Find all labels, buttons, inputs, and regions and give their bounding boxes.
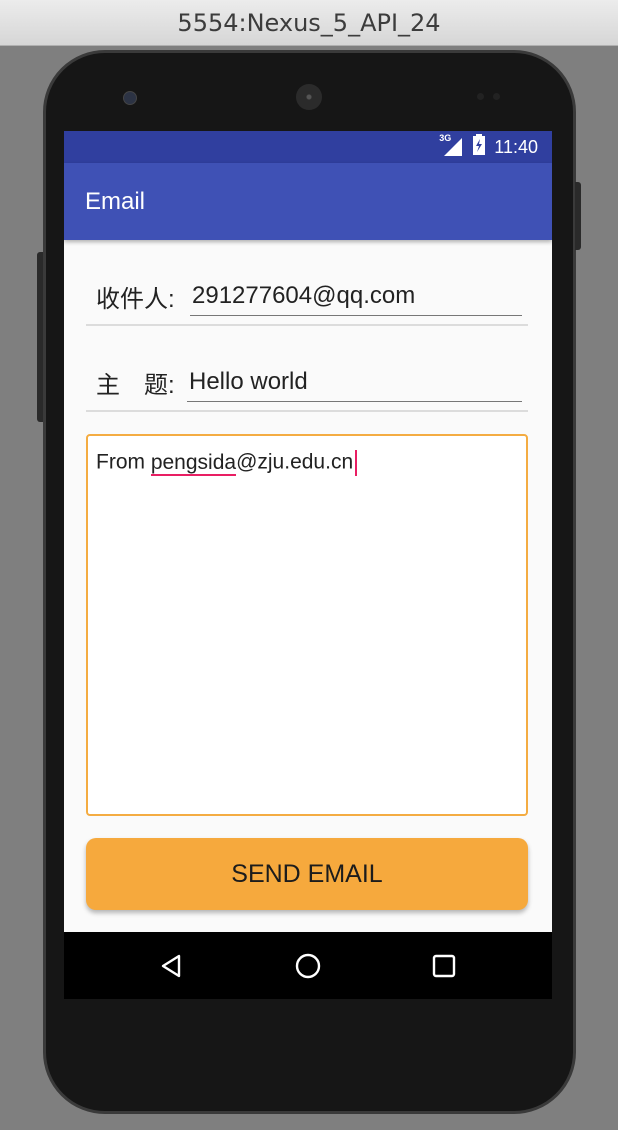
misspelled-word: pengsida: [150, 450, 237, 476]
navigation-bar: [64, 932, 552, 999]
app-title: Email: [85, 187, 146, 215]
divider: [86, 324, 528, 326]
subject-label: 主 题:: [96, 372, 175, 399]
divider: [86, 410, 528, 412]
send-email-button[interactable]: SEND EMAIL: [86, 838, 528, 910]
sensor-icon: [477, 93, 484, 100]
device-screen: 3G 11:40 Email 收件人: 291277604@qq.com 主 题…: [64, 131, 552, 999]
clock: 11:40: [494, 136, 538, 157]
body-text-prefix: From: [96, 450, 151, 474]
recipient-label: 收件人:: [96, 286, 175, 313]
back-icon[interactable]: [152, 946, 192, 986]
body-text-suffix: @zju.edu.cn: [236, 450, 354, 474]
status-bar: 3G 11:40: [64, 131, 552, 163]
power-button[interactable]: [575, 182, 581, 250]
home-icon[interactable]: [288, 946, 328, 986]
window-title: 5554:Nexus_5_API_24: [177, 8, 441, 37]
signal-icon: 3G: [439, 133, 464, 157]
network-type: 3G: [439, 133, 452, 143]
subject-row: 主 题: Hello world: [86, 352, 528, 412]
volume-button[interactable]: [37, 252, 43, 422]
speaker-grille-icon: [296, 84, 322, 110]
subject-input[interactable]: Hello world: [187, 366, 522, 402]
sensor-icon: [493, 93, 500, 100]
app-bar: Email: [64, 163, 552, 240]
recipient-input[interactable]: 291277604@qq.com: [190, 280, 522, 316]
battery-icon: [472, 133, 486, 161]
front-camera-icon: [123, 91, 137, 105]
body-input[interactable]: From pengsida@zju.edu.cn: [86, 434, 528, 816]
recents-icon[interactable]: [424, 946, 464, 986]
window-titlebar: 5554:Nexus_5_API_24: [0, 0, 618, 46]
send-email-label: SEND EMAIL: [231, 859, 383, 888]
text-caret: [355, 450, 358, 476]
recipient-row: 收件人: 291277604@qq.com: [86, 266, 528, 326]
